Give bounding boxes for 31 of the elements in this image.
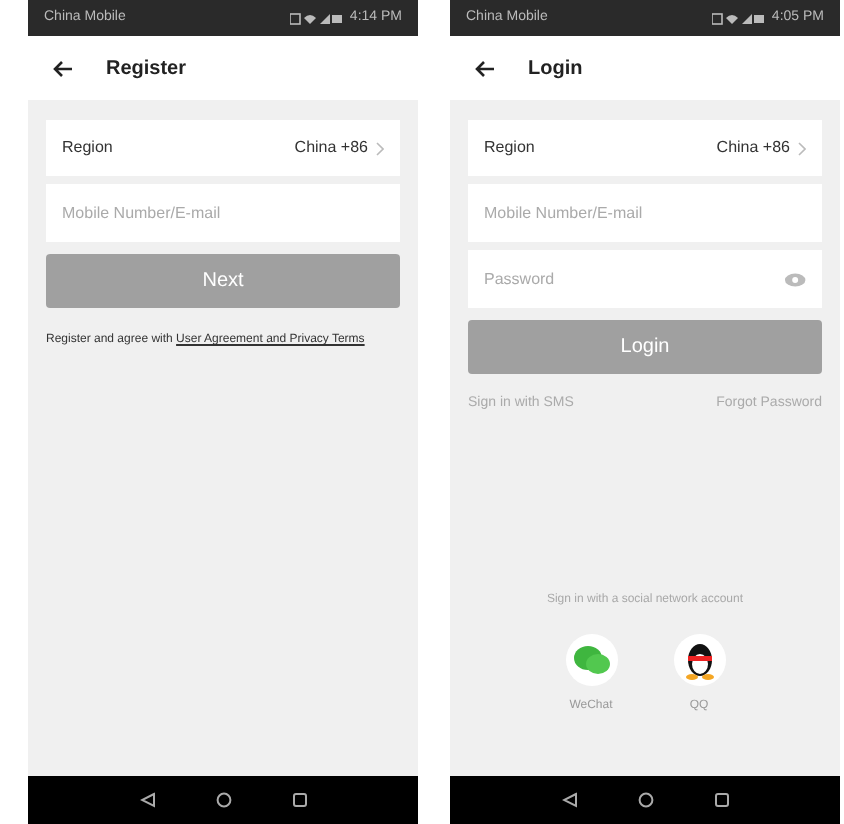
status-icons [711, 11, 764, 25]
back-triangle-icon[interactable] [561, 792, 577, 808]
primary-button[interactable]: Login [468, 320, 822, 374]
password-box[interactable]: Password [468, 250, 822, 308]
input-field[interactable]: Mobile Number/E-mail [62, 201, 384, 225]
input-field[interactable]: Mobile Number/E-mail [484, 201, 806, 225]
home-circle-icon[interactable] [215, 792, 231, 808]
home-circle-icon[interactable] [637, 792, 653, 808]
input-box[interactable]: Mobile Number/E-mail [46, 184, 400, 242]
penguin-icon [683, 640, 715, 680]
back-arrow-icon[interactable] [474, 59, 496, 77]
social-login-button[interactable] [673, 634, 725, 686]
square-icon[interactable] [713, 792, 729, 808]
region-value: China +86 [294, 136, 368, 160]
region-label: Region [484, 136, 535, 160]
square-icon[interactable] [291, 792, 307, 808]
chevron-right-icon [798, 141, 806, 155]
status-icons [289, 11, 342, 25]
back-arrow-icon[interactable] [52, 59, 74, 77]
region-value: China +86 [716, 136, 790, 160]
page-title: Login [528, 55, 583, 83]
region-row[interactable]: Region China +86 [46, 120, 400, 176]
input-box[interactable]: Mobile Number/E-mail [468, 184, 822, 242]
password-field[interactable]: Password [484, 267, 784, 291]
page-title: Register [106, 55, 187, 83]
back-triangle-icon[interactable] [139, 792, 155, 808]
chat-bubbles-icon [571, 644, 611, 676]
chevron-right-icon [376, 141, 384, 155]
region-row[interactable]: Region China +86 [468, 120, 822, 176]
primary-button[interactable]: Next [46, 254, 400, 308]
region-label: Region [62, 136, 113, 160]
